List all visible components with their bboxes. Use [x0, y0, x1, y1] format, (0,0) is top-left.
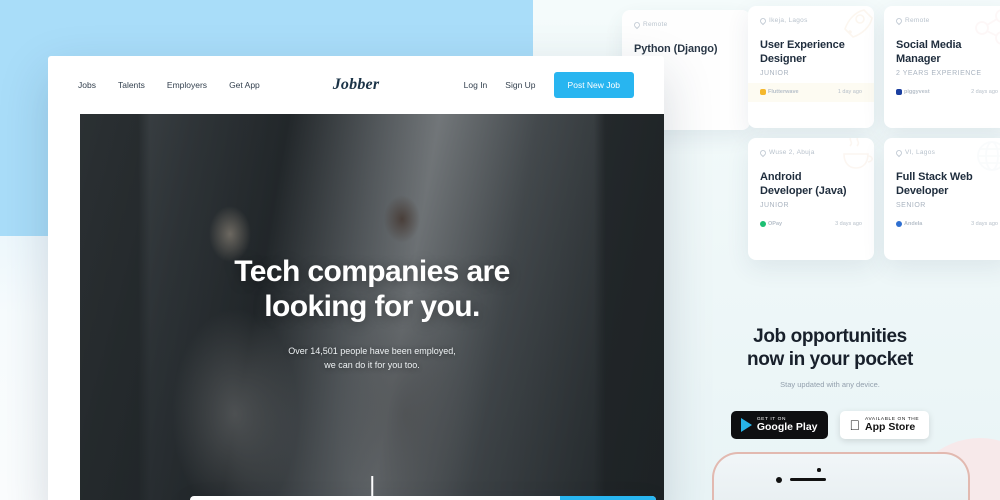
hero-text-block: Tech companies are looking for you. Over… [80, 254, 664, 500]
phone-speaker [790, 478, 826, 481]
hero-title-line1: Tech companies are [234, 255, 510, 288]
location-pin-icon [894, 16, 904, 25]
job-card-title-line2: Designer [760, 53, 807, 66]
phone-camera-icon [776, 477, 782, 483]
job-card-user-experience-designer[interactable]: Ikeja, Lagos User Experience Designer JU… [748, 6, 874, 128]
share-nodes-icon [975, 9, 1000, 45]
job-card-company: Flutterwave [760, 89, 799, 96]
job-card-company: OPay [760, 221, 783, 228]
app-promo-section: Job opportunities now in your pocket Sta… [700, 325, 960, 439]
rocket-icon [844, 9, 873, 38]
hero-subtitle-line2: we can do it for you too. [324, 359, 420, 370]
job-card-title-line1: Full Stack Web [896, 171, 973, 183]
google-play-name: Google Play [756, 420, 818, 433]
company-name: Flutterwave [768, 89, 799, 96]
phone-mockup [712, 452, 970, 500]
header-actions: Log In Sign Up Post New Job [464, 72, 634, 98]
job-card-title-line2: Manager [896, 53, 941, 66]
job-card-title-line2: Developer (Java) [760, 185, 847, 198]
job-card-location: Remote [632, 20, 738, 29]
promo-title-line2: now in your pocket [747, 349, 913, 371]
apple-logo-icon:  [850, 418, 861, 432]
search-job-button[interactable]: Search Job [560, 496, 656, 500]
company-logo-icon [896, 89, 902, 96]
store-badges: GET IT ON Google Play  Available on the… [700, 410, 960, 439]
job-card-posted: 3 days ago [971, 221, 998, 228]
phone-sensor-dot [817, 468, 821, 472]
hero-banner: Tech companies are looking for you. Over… [80, 114, 664, 500]
job-card-level: SENIOR [896, 202, 926, 210]
job-card-level: JUNIOR [760, 70, 790, 78]
job-card-location-text: VI, Lagos [905, 149, 936, 156]
job-card-location-text: Remote [643, 21, 668, 28]
company-name: OPay [768, 221, 783, 228]
job-search-bar: Lagos, Nigeria Search Job [190, 496, 656, 500]
location-pin-icon [632, 20, 642, 29]
job-card-location-text: Remote [905, 17, 930, 24]
job-card-title-line1: Social Media [896, 39, 962, 51]
company-name: piggyvest [904, 89, 930, 96]
promo-subtitle: Stay updated with any device. [780, 379, 880, 389]
nav-item-jobs[interactable]: Jobs [78, 80, 96, 90]
job-card-posted: 1 day ago [837, 89, 862, 96]
hero-subtitle: Over 14,501 people have been employed, w… [80, 345, 664, 373]
google-play-icon [740, 417, 752, 432]
job-card-level: 2 YEARS EXPERIENCE [896, 70, 982, 78]
job-card-footer: Flutterwave 1 day ago [748, 83, 874, 103]
google-play-badge[interactable]: GET IT ON Google Play [730, 410, 828, 439]
login-link[interactable]: Log In [464, 80, 488, 90]
java-cup-icon [843, 138, 873, 169]
hero-title: Tech companies are looking for you. [80, 254, 664, 325]
job-card-location-text: Wuse 2, Abuja [769, 149, 815, 156]
job-card-title: Python (Django) [634, 43, 718, 55]
job-card-footer: OPay 3 days ago [748, 215, 874, 234]
promo-title: Job opportunities now in your pocket [700, 325, 960, 372]
job-card-location-text: Ikeja, Lagos [769, 17, 808, 24]
job-card-footer: Andela 3 days ago [884, 215, 1000, 234]
job-card-android-developer[interactable]: Wuse 2, Abuja Android Developer (Java) J… [748, 138, 874, 260]
job-card-company: piggyvest [896, 89, 930, 96]
company-name: Andela [904, 221, 923, 228]
nav-item-talents[interactable]: Talents [118, 80, 145, 90]
job-card-social-media-manager[interactable]: Remote Social Media Manager 2 YEARS EXPE… [884, 6, 1000, 128]
job-card-level: JUNIOR [760, 202, 790, 210]
company-logo-icon [760, 221, 766, 228]
nav-item-employers[interactable]: Employers [167, 80, 207, 90]
location-pin-icon [894, 148, 904, 157]
hero-title-line2: looking for you. [264, 290, 480, 324]
post-new-job-button[interactable]: Post New Job [553, 72, 634, 98]
main-navigation: Jobs Talents Employers Get App [78, 80, 260, 90]
app-store-name: App Store [859, 420, 915, 433]
job-card-title-line2: Developer [896, 185, 949, 198]
hero-subtitle-line1: Over 14,501 people have been employed, [288, 345, 456, 356]
job-card-company: Andela [896, 221, 923, 228]
company-logo-icon [896, 221, 902, 228]
globe-icon [977, 141, 1000, 171]
location-pin-icon [758, 148, 768, 157]
job-card-posted: 3 days ago [835, 221, 862, 228]
job-card-footer: piggyvest 2 days ago [884, 83, 1000, 102]
browser-window: Jobs Talents Employers Get App Jobber Lo… [48, 56, 664, 500]
job-card-full-stack-web-developer[interactable]: VI, Lagos Full Stack Web Developer SENIO… [884, 138, 1000, 260]
promo-title-line1: Job opportunities [753, 326, 907, 347]
site-header: Jobs Talents Employers Get App Jobber Lo… [48, 56, 664, 114]
job-card-title-line1: Android [760, 171, 802, 183]
app-store-badge[interactable]:  Available on the App Store [839, 410, 930, 439]
nav-item-get-app[interactable]: Get App [229, 80, 260, 90]
job-card-posted: 2 days ago [971, 89, 998, 96]
job-card-title-line1: User Experience [760, 39, 845, 51]
signup-link[interactable]: Sign Up [505, 80, 535, 90]
company-logo-icon [760, 89, 766, 96]
location-pin-icon [758, 16, 768, 25]
